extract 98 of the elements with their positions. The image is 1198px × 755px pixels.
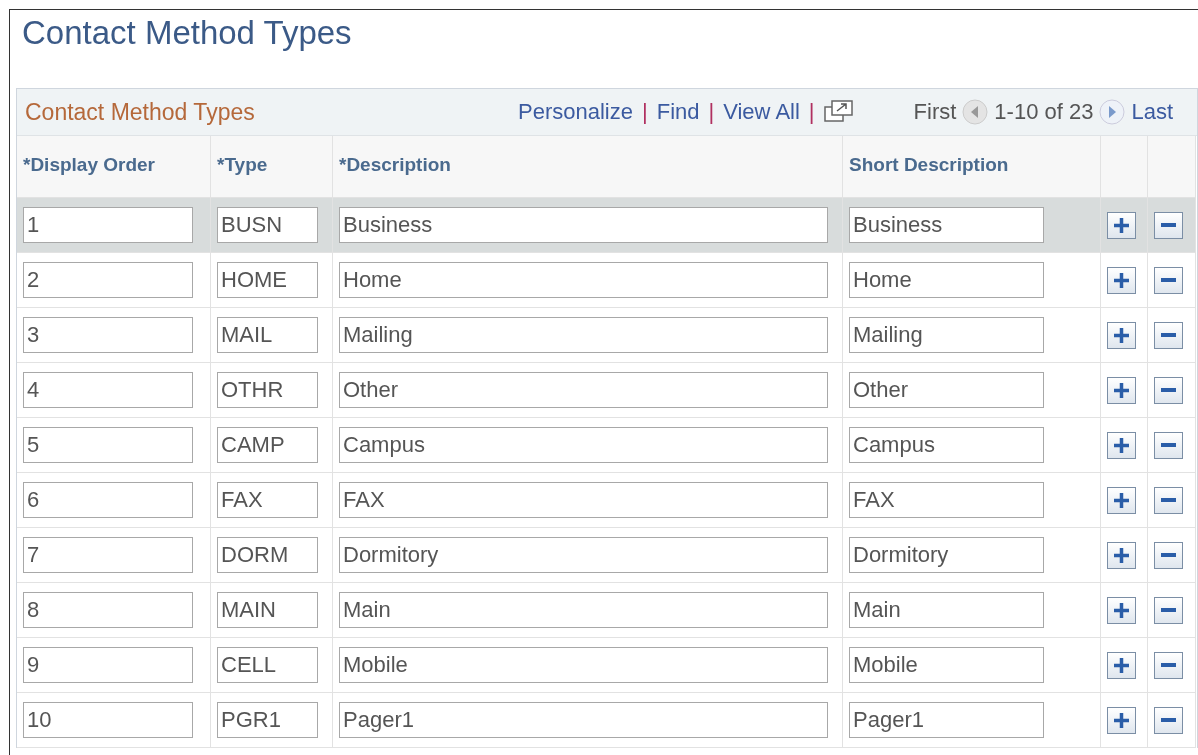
column-header: *Description (333, 136, 843, 198)
delete-row-button[interactable] (1154, 211, 1183, 239)
text-field[interactable]: 6 (23, 482, 193, 518)
text-field[interactable]: CELL (217, 647, 318, 683)
minus-icon (1160, 278, 1177, 282)
separator: | (708, 99, 715, 125)
text-field[interactable]: 1 (23, 207, 193, 243)
delete-row-button[interactable] (1154, 431, 1183, 459)
text-field[interactable]: Other (849, 372, 1044, 408)
plus-icon (1113, 436, 1130, 454)
text-field[interactable]: Main (339, 592, 828, 628)
plus-icon (1113, 711, 1130, 729)
plus-icon (1113, 656, 1130, 674)
text-field[interactable]: 10 (23, 702, 193, 738)
column-header: *Type (211, 136, 333, 198)
add-row-button[interactable] (1107, 486, 1136, 514)
last-link[interactable]: Last (1131, 99, 1173, 125)
delete-row-button[interactable] (1154, 651, 1183, 679)
next-icon[interactable] (1099, 99, 1126, 125)
add-row-button[interactable] (1107, 706, 1136, 734)
minus-icon (1160, 553, 1177, 557)
text-field[interactable]: FAX (849, 482, 1044, 518)
add-row-button[interactable] (1107, 266, 1136, 294)
text-field[interactable]: Business (339, 207, 828, 243)
delete-row-button[interactable] (1154, 266, 1183, 294)
text-field[interactable]: BUSN (217, 207, 318, 243)
column-header: *Display Order (17, 136, 211, 198)
text-field[interactable]: Mailing (339, 317, 828, 353)
text-field[interactable]: 4 (23, 372, 193, 408)
text-field[interactable]: 3 (23, 317, 193, 353)
add-row-button[interactable] (1107, 651, 1136, 679)
add-row-button[interactable] (1107, 541, 1136, 569)
delete-row-button[interactable] (1154, 706, 1183, 734)
plus-icon (1113, 271, 1130, 289)
add-row-button[interactable] (1107, 211, 1136, 239)
plus-icon (1113, 546, 1130, 564)
text-field[interactable]: MAIL (217, 317, 318, 353)
text-field[interactable]: Dormitory (849, 537, 1044, 573)
plus-icon (1113, 216, 1130, 234)
toolbar-link[interactable]: Find (656, 99, 700, 125)
text-field[interactable]: Campus (339, 427, 828, 463)
page-title: Contact Method Types (22, 14, 353, 53)
text-field[interactable]: Mobile (849, 647, 1044, 683)
minus-icon (1160, 608, 1177, 612)
text-field[interactable]: HOME (217, 262, 318, 298)
minus-icon (1160, 718, 1177, 722)
text-field[interactable]: PGR1 (217, 702, 318, 738)
page-range: 1-10 of 23 (994, 99, 1094, 125)
text-field[interactable]: MAIN (217, 592, 318, 628)
first-label: First (913, 99, 957, 125)
text-field[interactable]: FAX (339, 482, 828, 518)
separator: | (641, 99, 648, 125)
plus-icon (1113, 326, 1130, 344)
text-field[interactable]: DORM (217, 537, 318, 573)
text-field[interactable]: 9 (23, 647, 193, 683)
text-field[interactable]: 7 (23, 537, 193, 573)
text-field[interactable]: Home (849, 262, 1044, 298)
text-field[interactable]: Dormitory (339, 537, 828, 573)
plus-icon (1113, 491, 1130, 509)
text-field[interactable]: FAX (217, 482, 318, 518)
add-row-button[interactable] (1107, 321, 1136, 349)
minus-icon (1160, 498, 1177, 502)
text-field[interactable]: Mailing (849, 317, 1044, 353)
grid-title: Contact Method Types (25, 98, 256, 126)
delete-row-button[interactable] (1154, 486, 1183, 514)
delete-row-button[interactable] (1154, 321, 1183, 349)
text-field[interactable]: Pager1 (849, 702, 1044, 738)
plus-icon (1113, 381, 1130, 399)
text-field[interactable]: Mobile (339, 647, 828, 683)
text-field[interactable]: Business (849, 207, 1044, 243)
previous-icon[interactable] (962, 99, 989, 125)
text-field[interactable]: Main (849, 592, 1044, 628)
text-field[interactable]: 5 (23, 427, 193, 463)
delete-row-button[interactable] (1154, 376, 1183, 404)
text-field[interactable]: OTHR (217, 372, 318, 408)
delete-row-button[interactable] (1154, 596, 1183, 624)
plus-icon (1113, 601, 1130, 619)
text-field[interactable]: 2 (23, 262, 193, 298)
text-field[interactable]: CAMP (217, 427, 318, 463)
toolbar-link[interactable]: View All (723, 99, 800, 125)
text-field[interactable]: Other (339, 372, 828, 408)
minus-icon (1160, 388, 1177, 392)
minus-icon (1160, 443, 1177, 447)
toolbar-link[interactable]: Personalize (518, 99, 633, 125)
minus-icon (1160, 663, 1177, 667)
add-row-button[interactable] (1107, 596, 1136, 624)
text-field[interactable]: 8 (23, 592, 193, 628)
minus-icon (1160, 333, 1177, 337)
minus-icon (1160, 223, 1177, 227)
text-field[interactable]: Home (339, 262, 828, 298)
column-header: Short Description (843, 136, 1101, 198)
text-field[interactable]: Campus (849, 427, 1044, 463)
delete-row-button[interactable] (1154, 541, 1183, 569)
text-field[interactable]: Pager1 (339, 702, 828, 738)
add-row-button[interactable] (1107, 431, 1136, 459)
add-row-button[interactable] (1107, 376, 1136, 404)
separator: | (808, 99, 815, 125)
new-window-icon[interactable] (823, 99, 854, 125)
